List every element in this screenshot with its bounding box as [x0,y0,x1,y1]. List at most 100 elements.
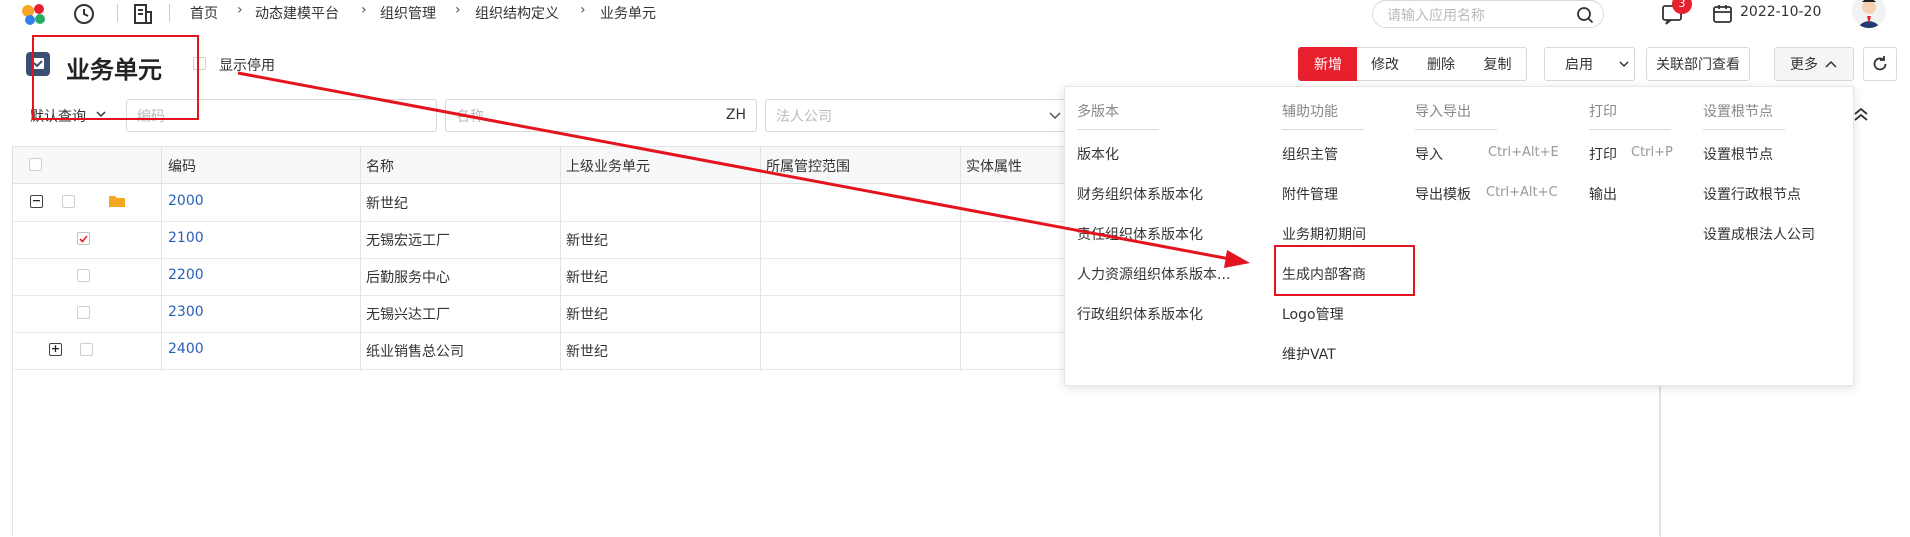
column-header-code[interactable]: 编码 [168,156,196,176]
row-parent: 新世纪 [566,344,608,360]
row-checkbox[interactable] [80,343,93,356]
row-code[interactable]: 2100 [168,230,204,246]
menu-item-finance-versioning[interactable]: 财务组织体系版本化 [1077,184,1203,204]
chevron-down-icon [1049,112,1061,120]
row-parent: 新世纪 [566,307,608,323]
menu-item-output[interactable]: 输出 [1589,184,1617,204]
menu-item-print[interactable]: 打印 [1589,144,1617,164]
divider [1415,129,1497,130]
collapse-node-icon[interactable]: − [30,195,43,208]
menu-group-title-multiversion: 多版本 [1077,104,1119,120]
folder-icon [109,196,125,207]
edit-button[interactable]: 修改 [1357,47,1414,81]
menu-item-import[interactable]: 导入 [1415,144,1443,164]
column-header-name[interactable]: 名称 [366,156,394,176]
menu-item-export-template[interactable]: 导出模板 [1415,184,1471,204]
menu-group-title-import-export: 导入导出 [1415,104,1471,120]
building-icon[interactable] [131,2,155,26]
menu-item-set-admin-root[interactable]: 设置行政根节点 [1703,184,1801,204]
annotation-box-title [32,35,199,120]
checkmark-icon [79,235,88,243]
enable-dropdown-button[interactable] [1613,47,1635,81]
row-code[interactable]: 2200 [168,267,204,283]
column-header-parent[interactable]: 上级业务单元 [566,156,650,176]
row-name: 无锡兴达工厂 [366,307,450,323]
chevron-right-icon: › [237,2,243,18]
chevron-right-icon: › [580,2,586,18]
language-code[interactable]: ZH [726,107,746,123]
row-checkbox[interactable] [77,306,90,319]
row-checkbox-checked[interactable] [77,232,90,245]
menu-item-admin-versioning[interactable]: 行政组织体系版本化 [1077,304,1203,324]
column-header-entity-attr[interactable]: 实体属性 [966,156,1022,176]
shortcut-import: Ctrl+Alt+E [1488,145,1559,160]
collapse-chevron-icon[interactable] [1853,106,1869,122]
menu-item-logo-management[interactable]: Logo管理 [1282,304,1344,324]
menu-item-set-legal-root[interactable]: 设置成根法人公司 [1703,224,1815,244]
calendar-icon[interactable] [1712,3,1734,25]
breadcrumb-home[interactable]: 首页 [190,3,218,23]
chevron-right-icon: › [455,2,461,18]
column-header-control-scope[interactable]: 所属管控范围 [766,156,850,176]
chevron-down-icon [1618,61,1629,68]
row-code[interactable]: 2400 [168,341,204,357]
breadcrumb-current: 业务单元 [600,6,656,22]
legal-company-placeholder: 法人公司 [776,109,832,125]
row-name: 后勤服务中心 [366,270,450,286]
shortcut-print: Ctrl+P [1631,145,1673,160]
menu-item-responsibility-versioning[interactable]: 责任组织体系版本化 [1077,224,1203,244]
menu-item-org-manager[interactable]: 组织主管 [1282,144,1338,164]
more-dropdown-menu: 多版本 版本化 财务组织体系版本化 责任组织体系版本化 人力资源组织体系版本..… [1064,86,1854,386]
select-all-checkbox[interactable] [29,158,42,171]
show-disabled-label: 显示停用 [219,58,275,74]
name-placeholder: 名称 [456,109,484,125]
more-button-label: 更多 [1790,57,1818,73]
search-icon[interactable] [1576,6,1594,24]
app-logo-icon[interactable] [20,2,48,26]
chevron-up-icon [1825,60,1837,68]
row-name: 新世纪 [366,196,408,212]
enable-button[interactable]: 启用 [1544,47,1614,81]
menu-group-title-root-node: 设置根节点 [1703,104,1773,120]
legal-company-select[interactable]: 法人公司 [765,99,1070,132]
row-code[interactable]: 2300 [168,304,204,320]
divider [117,4,118,22]
divider [1077,129,1159,130]
expand-node-icon[interactable]: + [49,343,62,356]
app-search-input[interactable]: 请输入应用名称 [1372,0,1604,28]
menu-item-hr-versioning[interactable]: 人力资源组织体系版本... [1077,264,1230,284]
avatar[interactable] [1852,0,1886,28]
breadcrumb-item[interactable]: 组织管理 [380,3,436,23]
more-button[interactable]: 更多 [1774,47,1854,81]
menu-item-attachment-management[interactable]: 附件管理 [1282,184,1338,204]
top-bar: 首页 › 动态建模平台 › 组织管理 › 组织结构定义 › 业务单元 请输入应用… [0,0,1910,28]
row-checkbox[interactable] [62,195,75,208]
chevron-right-icon: › [361,2,367,18]
history-clock-icon[interactable] [72,2,96,26]
menu-item-set-root-node[interactable]: 设置根节点 [1703,144,1773,164]
menu-item-maintain-vat[interactable]: 维护VAT [1282,344,1336,364]
row-parent: 新世纪 [566,233,608,249]
refresh-icon [1873,56,1887,71]
breadcrumb-item[interactable]: 组织结构定义 [475,3,559,23]
row-checkbox[interactable] [77,269,90,282]
new-button[interactable]: 新增 [1298,47,1358,81]
copy-button[interactable]: 复制 [1469,47,1527,81]
current-date: 2022-10-20 [1740,4,1822,20]
delete-button[interactable]: 删除 [1413,47,1470,81]
menu-group-title-auxiliary: 辅助功能 [1282,104,1338,120]
search-placeholder: 请输入应用名称 [1387,8,1485,24]
row-name: 纸业销售总公司 [366,344,464,360]
menu-item-versioning[interactable]: 版本化 [1077,144,1119,164]
breadcrumb-item[interactable]: 动态建模平台 [255,3,339,23]
annotation-box-menu-item [1274,245,1415,296]
refresh-button[interactable] [1863,47,1897,81]
divider [1282,129,1364,130]
divider [1703,129,1785,130]
name-input[interactable]: 名称 ZH [445,99,757,132]
row-code[interactable]: 2000 [168,193,204,209]
divider [1589,129,1671,130]
menu-group-title-print: 打印 [1589,104,1617,120]
menu-item-initial-period[interactable]: 业务期初期间 [1282,224,1366,244]
link-department-button[interactable]: 关联部门查看 [1646,47,1750,81]
